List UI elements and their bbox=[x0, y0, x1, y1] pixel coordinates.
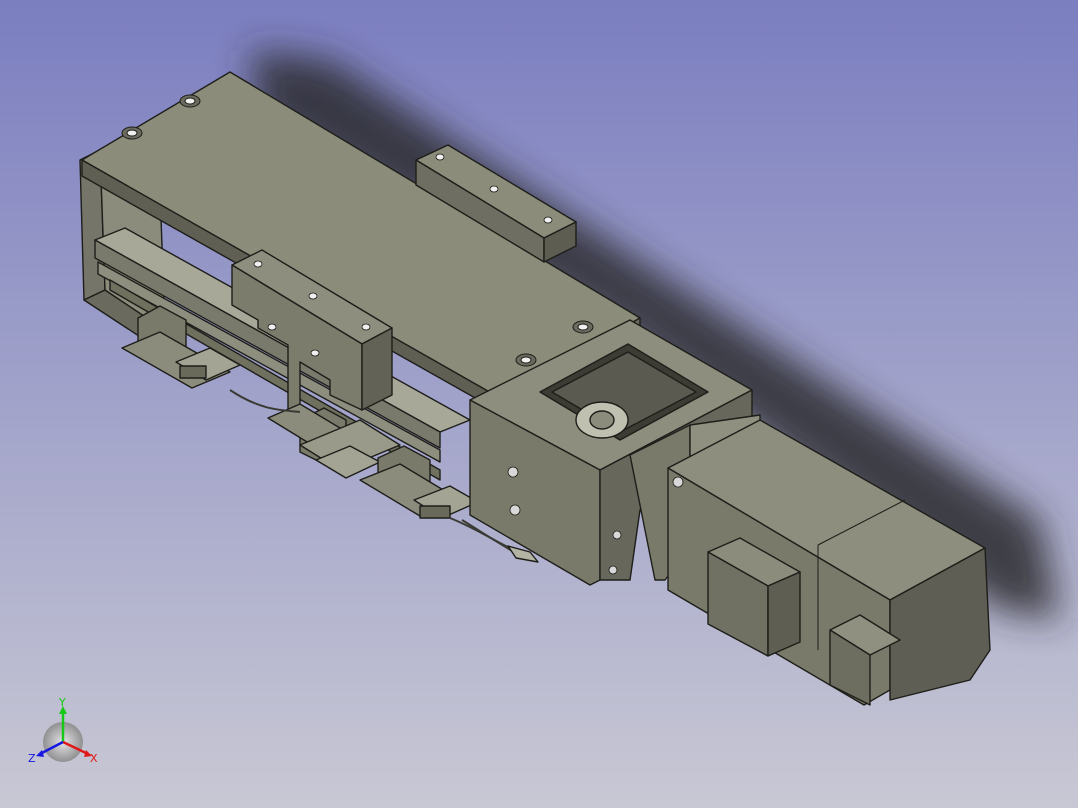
axis-x-label: X bbox=[90, 752, 98, 765]
axis-y-label: Y bbox=[58, 696, 66, 709]
axis-z-label: Z bbox=[28, 752, 36, 765]
3d-viewport[interactable]: Y X Z bbox=[0, 0, 1078, 808]
